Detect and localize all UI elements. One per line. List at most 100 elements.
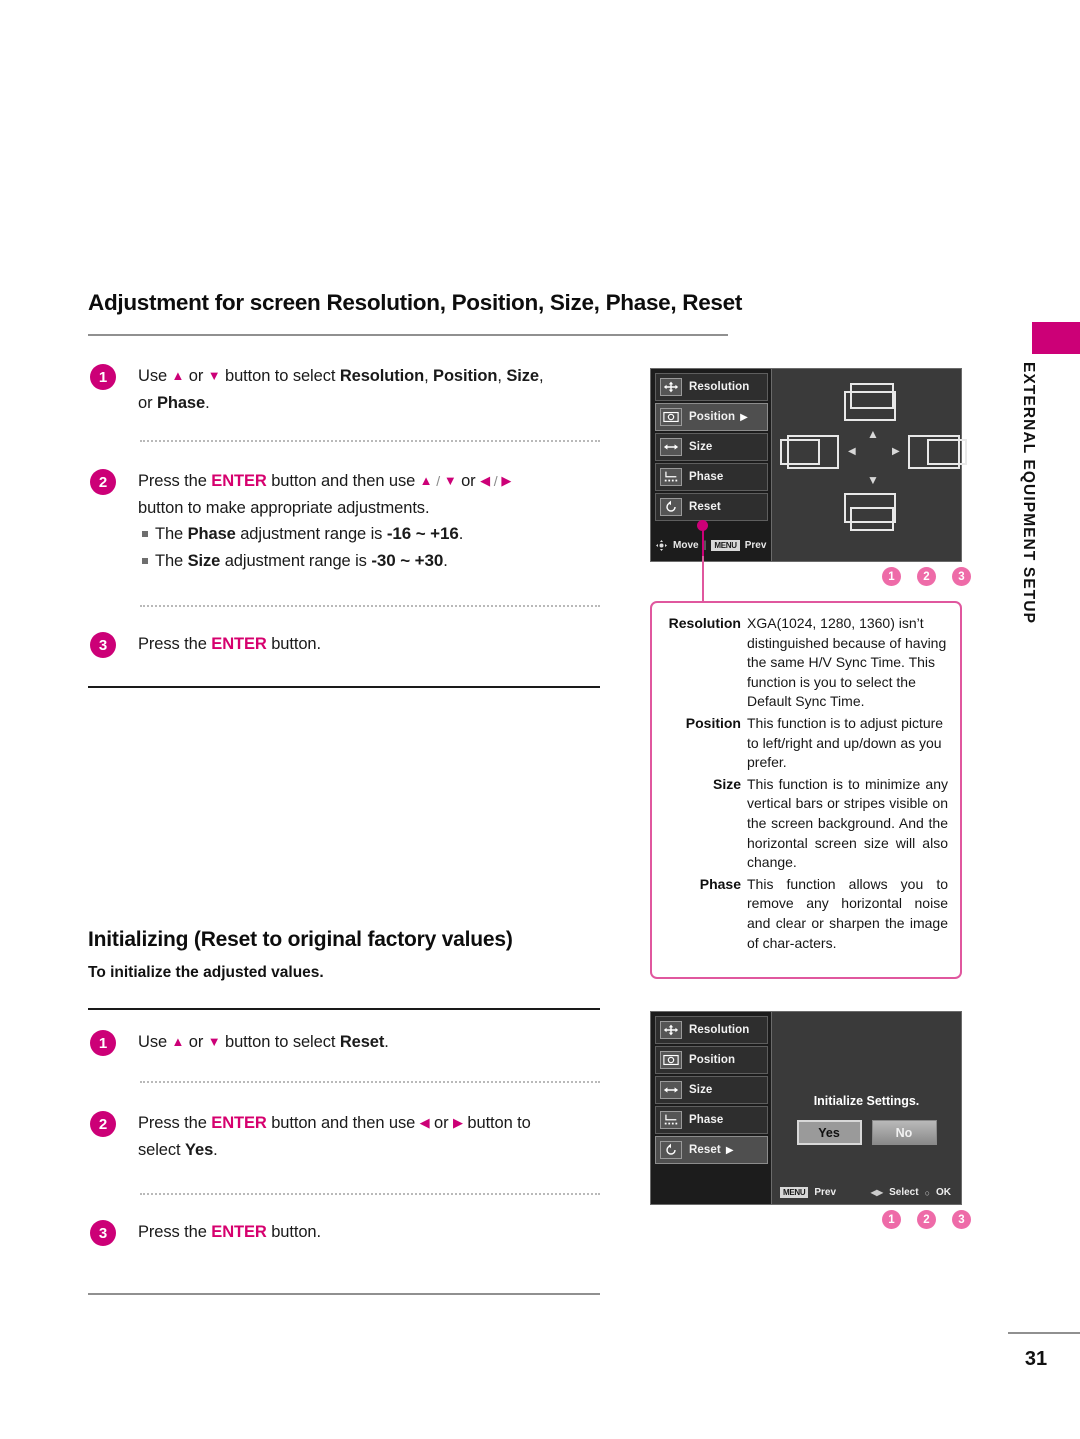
step-text-part: Press the [138, 1114, 212, 1132]
osd-item-position[interactable]: Position ▶ [655, 403, 768, 431]
bullet-part: The [155, 551, 188, 570]
number-badge: 2 [917, 1210, 936, 1229]
divider-dotted-4 [140, 1193, 600, 1195]
reset-circle-icon [660, 1141, 682, 1159]
bullet-range: -30 ~ +30 [371, 550, 444, 570]
step-3-section2: 3 Press the ENTER button. [90, 1219, 610, 1246]
step-emphasis: Resolution [339, 367, 425, 385]
step-bullet: The Phase adjustment range is -16 ~ +16. [142, 521, 511, 548]
number-badge: 1 [882, 1210, 901, 1229]
step-text-part: . [205, 393, 210, 412]
divider-section2-end [88, 1293, 600, 1295]
step-1-section2: 1 Use ▲ or ▼ button to select Reset. [90, 1029, 610, 1056]
diagram-up [844, 383, 902, 423]
no-button[interactable]: No [871, 1120, 937, 1145]
info-row: Resolution XGA(1024, 1280, 1360) isn’t d… [664, 614, 948, 712]
divider-section2-start [88, 1008, 600, 1010]
divider-top [88, 334, 728, 336]
osd-menu-list: Resolution Position Size Phase Reset ▶ [651, 1012, 771, 1204]
osd-empty-bar [655, 1175, 768, 1201]
bullet-range: -16 ~ +16 [386, 524, 459, 543]
step-text-part: or [429, 1114, 454, 1132]
osd-item-resolution[interactable]: Resolution [655, 373, 768, 401]
footer-divider [1008, 1332, 1080, 1334]
osd-item-label: Position [689, 1054, 736, 1066]
osd-menu-position[interactable]: Resolution Position ▶ Size Phase Reset M… [650, 368, 967, 562]
dialog-buttons: Yes No [772, 1120, 961, 1145]
left-right-arrows-icon: ◀▶ [870, 1188, 884, 1197]
osd-ok-label: OK [936, 1187, 951, 1198]
step-text-part: Use [138, 367, 172, 385]
osd-item-reset[interactable]: Reset [655, 493, 768, 521]
bullet-square-icon [142, 531, 148, 537]
osd-item-resolution[interactable]: Resolution [655, 1016, 768, 1044]
diagram-left [780, 435, 840, 475]
down-triangle-icon: ▼ [443, 473, 457, 488]
step-text-part: or [184, 1033, 208, 1051]
bullet-part: The [155, 525, 188, 543]
up-triangle-icon: ▲ [171, 368, 185, 383]
osd-hint-bar: MENU Prev ◀▶ Select ○ OK [780, 1187, 951, 1198]
info-definition: This function is to adjust picture to le… [747, 714, 944, 771]
yes-button[interactable]: Yes [796, 1120, 862, 1145]
osd-item-position[interactable]: Position [655, 1046, 768, 1074]
osd-item-label: Resolution [689, 1024, 750, 1036]
step-text-part: button and then use [266, 1114, 420, 1132]
osd-menu-list: Resolution Position ▶ Size Phase Reset M… [651, 369, 771, 561]
step-emphasis: Position [433, 367, 498, 385]
chevron-right-icon: ▶ [725, 1144, 734, 1156]
step-badge: 2 [90, 1111, 116, 1137]
right-triangle-icon: ▶ [501, 473, 512, 488]
step-text-part: , [424, 367, 434, 385]
divider-dotted-2 [140, 605, 600, 607]
section2-subtitle: To initialize the adjusted values. [88, 964, 324, 981]
phase-icon [660, 468, 682, 486]
info-term: Resolution [668, 615, 741, 631]
osd-item-label: Resolution [689, 381, 750, 393]
osd-move-label: Move [673, 539, 699, 551]
info-row: Size This function is to minimize any ve… [664, 775, 948, 873]
osd-item-reset[interactable]: Reset ▶ [655, 1136, 768, 1164]
step-text-part: Press the [138, 635, 212, 653]
step-badge: 2 [90, 469, 116, 495]
step-text-part: button to select [220, 367, 340, 385]
step-emphasis: Phase [156, 393, 206, 412]
left-triangle-icon: ◀ [480, 473, 490, 488]
bullet-square-icon [142, 557, 148, 564]
osd-item-size[interactable]: Size [655, 1076, 768, 1104]
osd-item-size[interactable]: Size [655, 433, 768, 461]
osd-item-phase[interactable]: Phase [655, 1106, 768, 1134]
step-text-part: button to make appropriate adjustments. [138, 498, 430, 517]
down-triangle-icon: ▼ [207, 368, 221, 383]
page-number: 31 [1024, 1348, 1048, 1370]
step-text-part: Use [138, 1033, 172, 1051]
diagram-right [908, 435, 968, 475]
step-text-part: . [213, 1140, 218, 1159]
osd-item-label: Phase [689, 1114, 724, 1126]
step-3-section1: 3 Press the ENTER button. [90, 631, 610, 658]
osd-item-phase[interactable]: Phase [655, 463, 768, 491]
osd-prev-label: Prev [744, 539, 767, 551]
step-text: Press the ENTER button. [138, 631, 321, 658]
osd-hint-bar: Move | MENU Prev [655, 532, 768, 558]
move-cross-icon [660, 378, 682, 396]
move-cross-icon [660, 1021, 682, 1039]
step-text-part: button to select [220, 1033, 340, 1051]
step-text: Press the ENTER button and then use ▲ / … [138, 468, 511, 574]
osd-item-label: Reset [689, 1144, 721, 1156]
osd2-step-numbers: 1 2 3 [882, 1210, 971, 1229]
osd-select-label: Select [889, 1187, 919, 1198]
osd-position-diagram: ▲ ◀ ▶ ▼ [771, 369, 967, 561]
step-badge: 3 [90, 1220, 116, 1246]
position-icon [660, 1051, 682, 1069]
step-emphasis: Yes [185, 1140, 214, 1159]
left-triangle-icon: ◀ [419, 1115, 430, 1130]
info-definition: This function allows you to remove any h… [747, 875, 948, 951]
leader-line-upper [702, 520, 704, 560]
osd-menu-reset[interactable]: Resolution Position Size Phase Reset ▶ I… [650, 1011, 962, 1205]
info-term: Position [685, 714, 741, 731]
down-triangle-icon: ▼ [867, 473, 879, 487]
osd-item-label: Size [689, 1084, 713, 1096]
side-tab-accent [1032, 322, 1080, 354]
reset-circle-icon [660, 498, 682, 516]
